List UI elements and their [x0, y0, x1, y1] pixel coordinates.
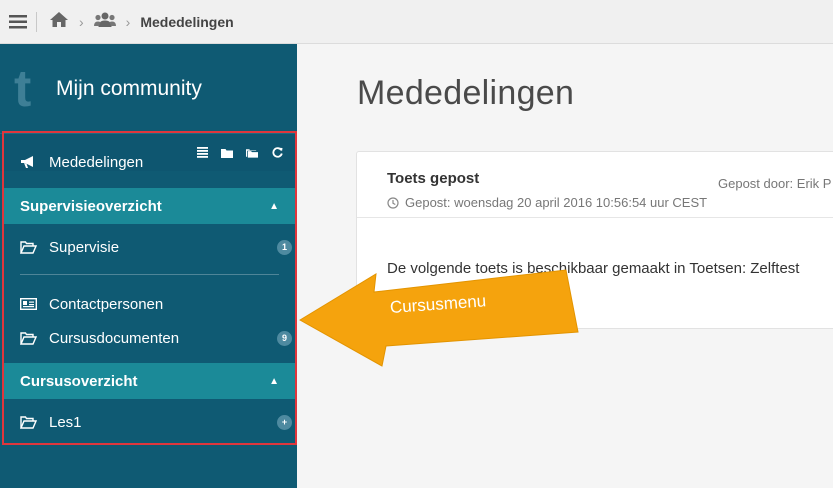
clock-icon	[387, 196, 399, 209]
announcement-header: Toets gepost Gepost: woensdag 20 april 2…	[357, 152, 833, 218]
announcement-title[interactable]: Toets gepost	[387, 170, 479, 187]
sidebar-item-label: Contactpersonen	[49, 295, 164, 313]
folder-open-icon	[20, 240, 40, 254]
sidebar-item-label: Cursusdocumenten	[49, 329, 180, 347]
sidebar-item-label: Supervisie	[49, 238, 120, 256]
caret-up-icon: ▲	[269, 200, 279, 212]
count-badge: 9	[277, 330, 292, 346]
contact-card-icon	[20, 298, 40, 310]
brand-title[interactable]: Mijn community	[56, 77, 202, 101]
breadcrumb: › › Mededelingen	[49, 11, 234, 33]
brand-logo: t	[14, 59, 32, 118]
chevron-right-icon: ›	[125, 13, 131, 30]
group-icon[interactable]	[93, 11, 116, 33]
caret-up-icon: ▲	[269, 375, 279, 387]
sidebar-item-cursusdocumenten[interactable]: Cursusdocumenten 9	[4, 321, 295, 355]
top-bar: › › Mededelingen	[0, 0, 833, 44]
course-menu: Mededelingen Supervisieoverzicht ▲ Super…	[2, 131, 297, 445]
section-cursusoverzicht[interactable]: Cursusoverzicht ▲	[4, 363, 295, 399]
folder-open-icon	[20, 331, 40, 345]
announcement-meta: Gepost: woensdag 20 april 2016 10:56:54 …	[387, 195, 707, 210]
menu-divider	[20, 274, 279, 275]
count-badge: 1	[277, 239, 292, 255]
announcement-author: Gepost door: Erik P	[718, 176, 832, 191]
breadcrumb-current: Mededelingen	[140, 13, 234, 30]
menu-icon[interactable]	[0, 0, 36, 44]
sidebar-item-contactpersonen[interactable]: Contactpersonen	[4, 287, 295, 321]
callout-arrow: Cursusmenu	[296, 262, 581, 382]
sidebar-item-les1[interactable]: Les1 +	[4, 405, 295, 439]
divider	[36, 11, 37, 32]
section-label: Cursusoverzicht	[20, 372, 138, 390]
brand: t Mijn community	[0, 44, 297, 134]
announcement-date: Gepost: woensdag 20 april 2016 10:56:54 …	[405, 195, 708, 210]
section-label: Supervisieoverzicht	[20, 197, 162, 215]
folder-open-icon	[20, 415, 40, 429]
sidebar-item-mededelingen[interactable]: Mededelingen	[4, 145, 295, 179]
megaphone-icon	[20, 155, 40, 169]
page-title: Mededelingen	[357, 74, 575, 112]
home-icon[interactable]	[49, 11, 69, 33]
sidebar-item-label: Les1	[49, 413, 82, 431]
section-supervisieoverzicht[interactable]: Supervisieoverzicht ▲	[4, 188, 295, 224]
chevron-right-icon: ›	[79, 13, 84, 30]
sidebar-item-supervisie[interactable]: Supervisie 1	[4, 230, 295, 264]
sidebar-item-label: Mededelingen	[49, 153, 144, 171]
add-badge[interactable]: +	[277, 414, 292, 430]
